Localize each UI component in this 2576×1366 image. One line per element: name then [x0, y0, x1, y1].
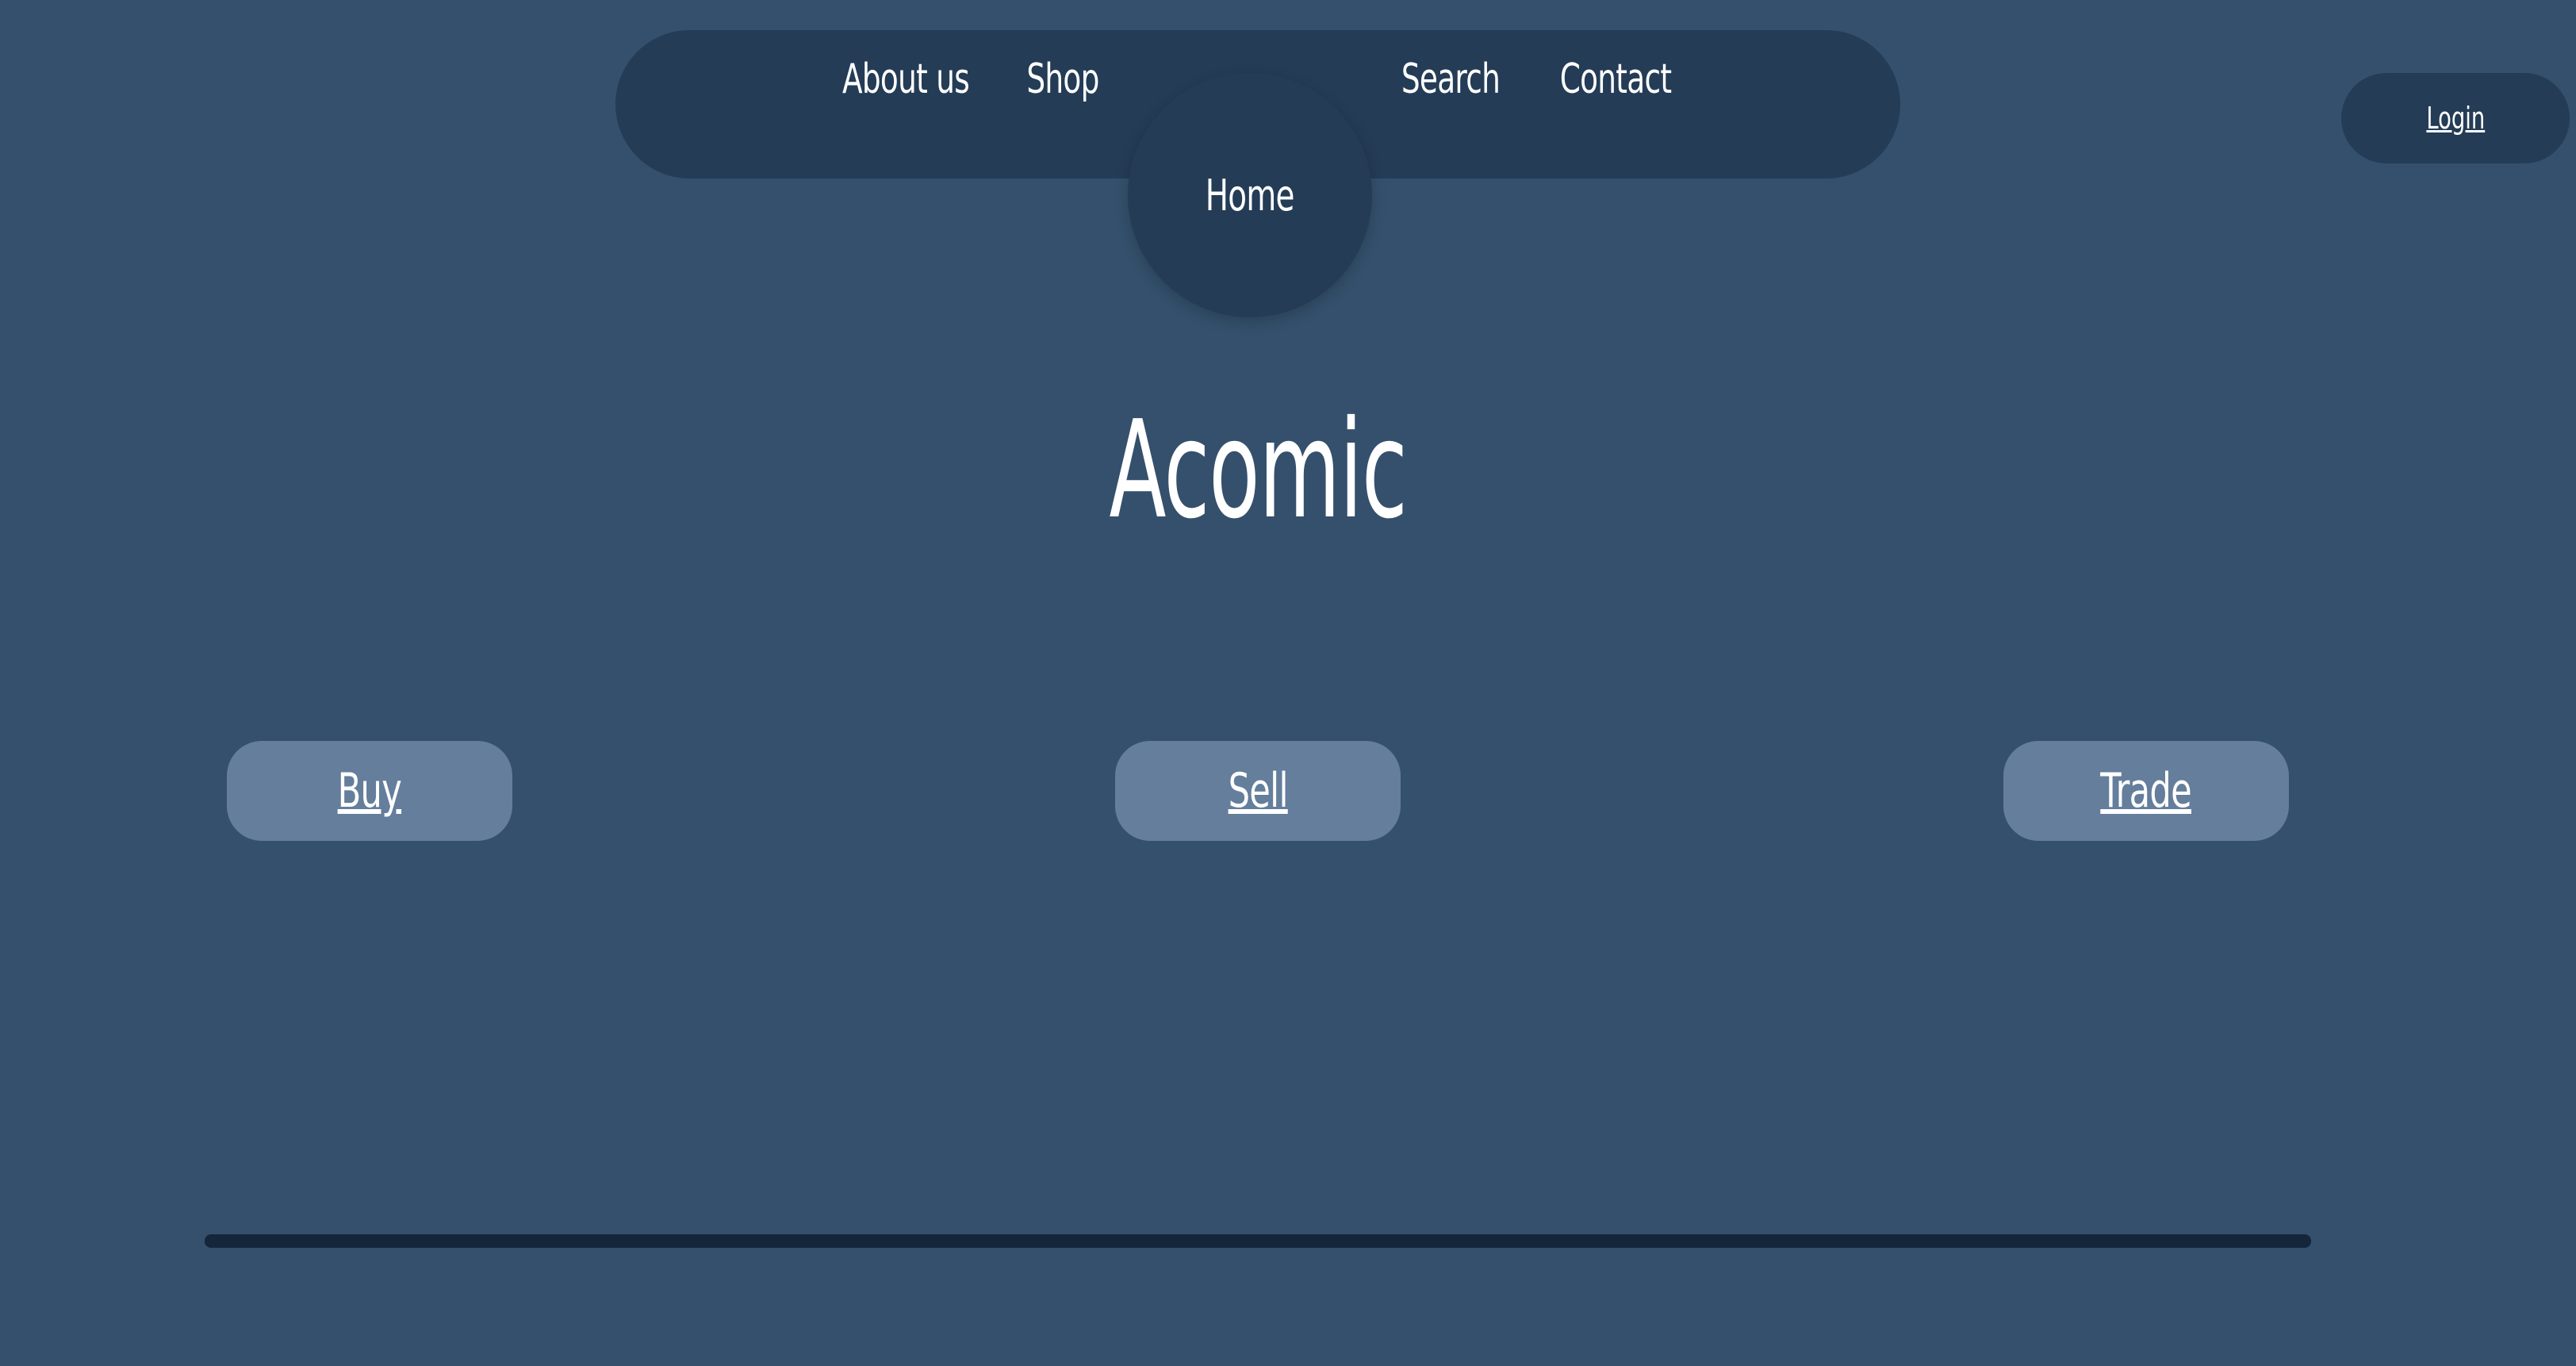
- nav-link-about-us-label: About us: [841, 56, 970, 103]
- buy-button-label: Buy: [337, 763, 402, 819]
- buy-button[interactable]: Buy: [227, 741, 512, 841]
- home-button-label: Home: [1206, 170, 1295, 221]
- nav-link-about-us[interactable]: About us: [818, 56, 994, 103]
- nav-link-contact-label: Contact: [1559, 56, 1672, 103]
- login-button[interactable]: Login: [2341, 73, 2570, 163]
- page-title-text: Acomic: [1109, 392, 1407, 549]
- trade-button[interactable]: Trade: [2003, 741, 2289, 841]
- nav-link-search[interactable]: Search: [1382, 56, 1520, 103]
- nav-link-search-label: Search: [1401, 56, 1501, 103]
- home-button[interactable]: Home: [1128, 73, 1372, 317]
- page-title: Acomic: [1018, 403, 1497, 538]
- footer-divider: [205, 1234, 2311, 1248]
- sell-button-label: Sell: [1228, 763, 1288, 819]
- nav-link-shop-label: Shop: [1026, 56, 1099, 103]
- login-button-label: Login: [2426, 101, 2485, 136]
- trade-button-label: Trade: [2100, 763, 2192, 819]
- nav-link-shop[interactable]: Shop: [1013, 56, 1114, 103]
- nav-link-contact[interactable]: Contact: [1538, 56, 1692, 103]
- sell-button[interactable]: Sell: [1115, 741, 1401, 841]
